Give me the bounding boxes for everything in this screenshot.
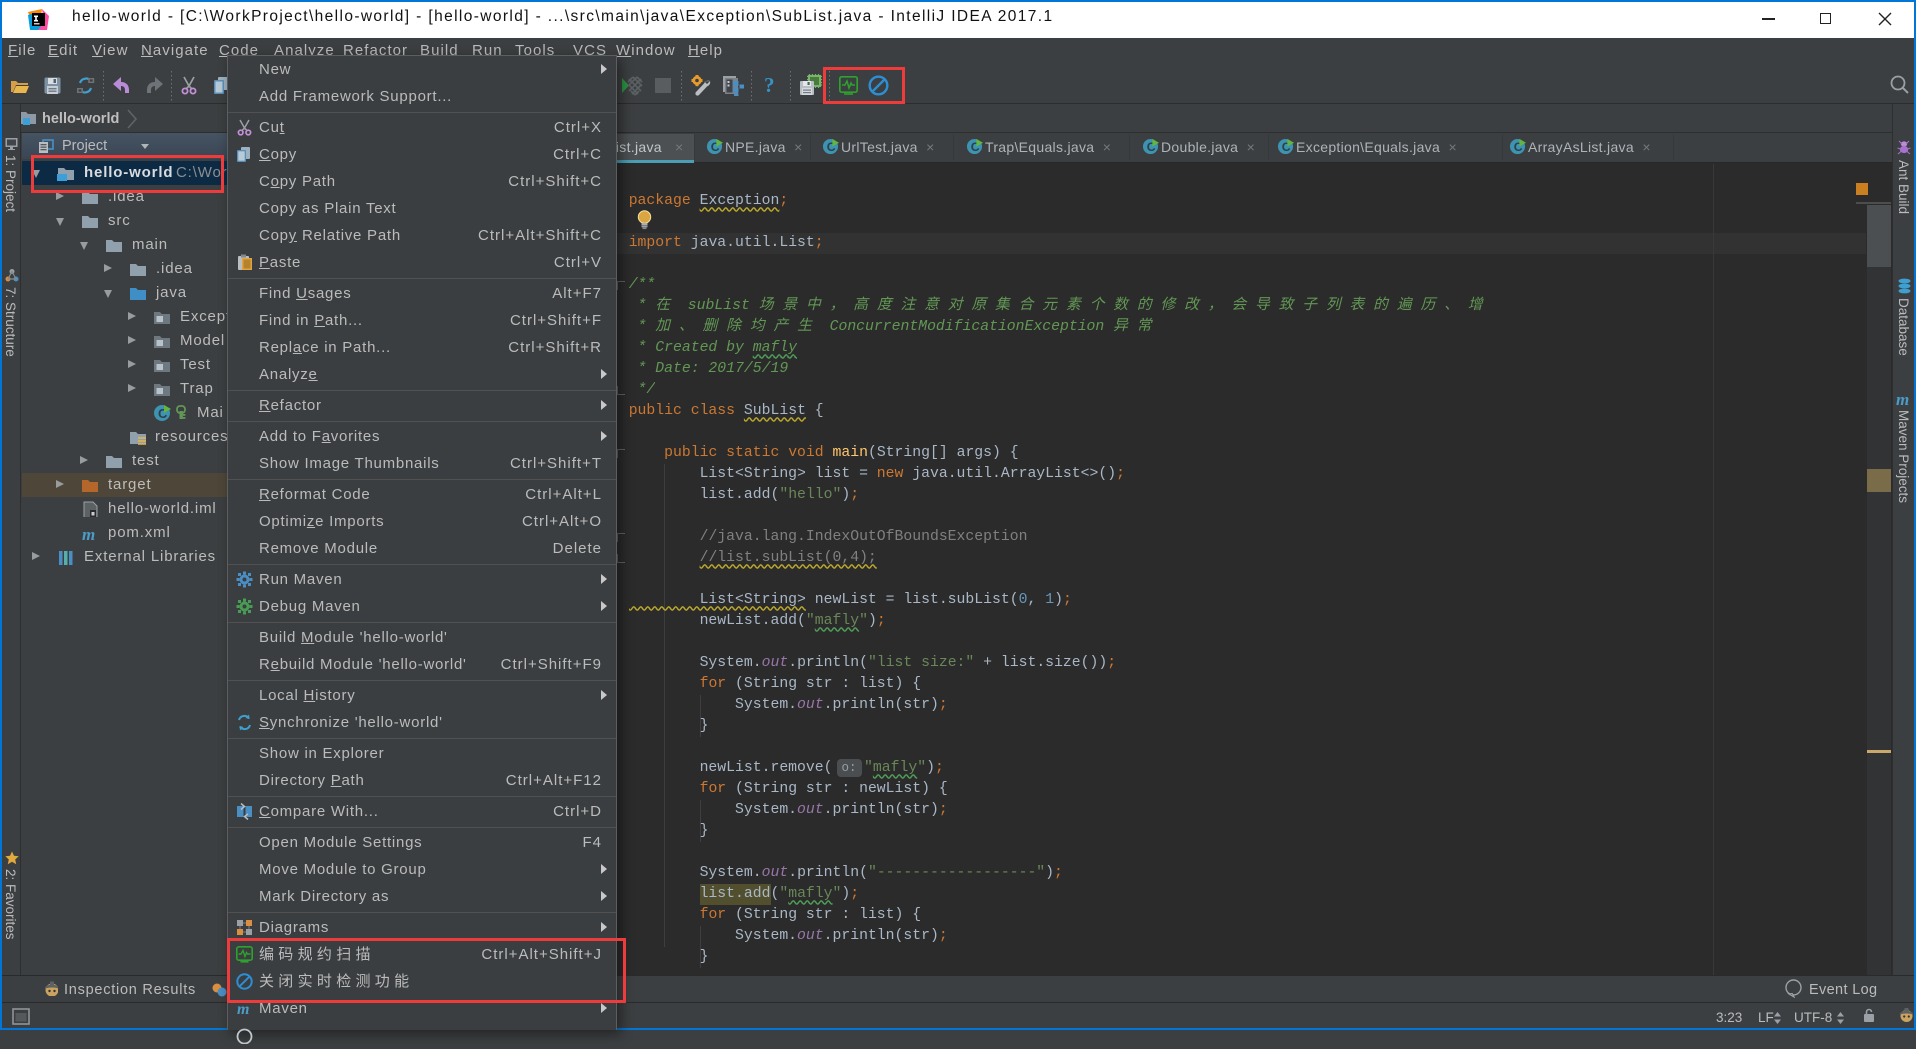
svg-text:m: m (82, 525, 95, 541)
svg-text:m: m (237, 1001, 249, 1017)
svg-text:?: ? (764, 75, 775, 96)
